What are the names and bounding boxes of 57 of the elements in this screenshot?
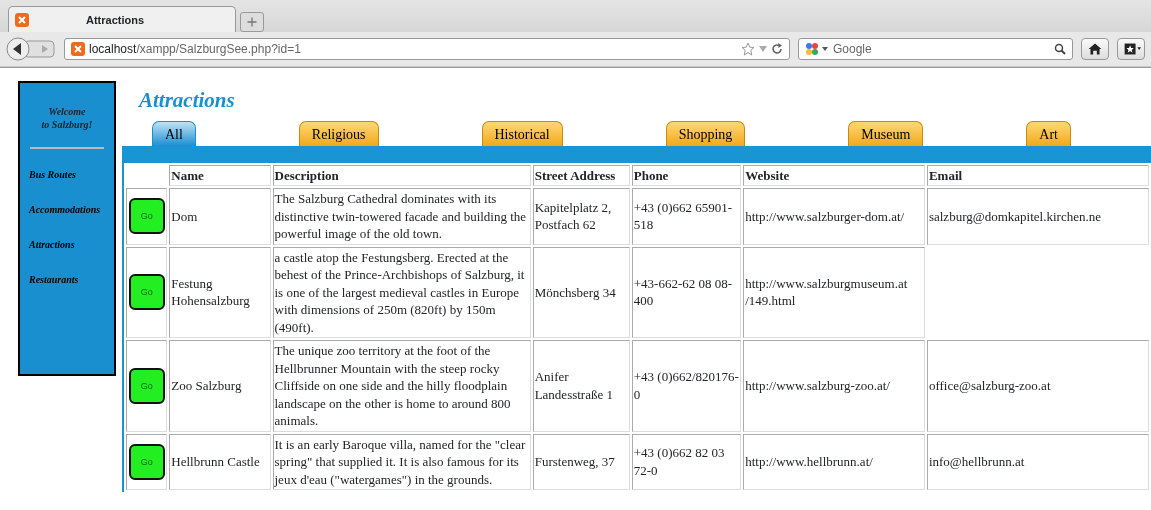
star-icon[interactable] [741, 42, 755, 56]
table-cell: Mönchsberg 34 [532, 246, 630, 338]
table-cell: salzburg@domkapitel.kirchen.ne [926, 188, 1149, 245]
sidebar-link[interactable]: Accommodations [20, 196, 114, 231]
table-cell: +43 (0)662 65901-518 [631, 188, 742, 245]
column-header: Name [169, 164, 271, 186]
bookmarks-icon[interactable] [1117, 38, 1145, 60]
category-tab[interactable]: All [152, 120, 196, 146]
column-header: Email [926, 164, 1149, 186]
table-cell: Furstenweg, 37 [532, 433, 630, 490]
table-cell: http://www.salzburgmuseum.at /149.html [743, 246, 925, 338]
column-header: Description [272, 164, 531, 186]
table-cell: a castle atop the Festungsberg. Erected at the behest of the Prince-Archbishops of Salzburg, it is one of the largest medieval castles in Europe with dimensions of 250m (820ft) by 150m (490ft). [272, 246, 531, 338]
table-cell: Festung Hohensalzburg [169, 246, 271, 338]
go-button[interactable]: Go [128, 367, 165, 404]
search-icon[interactable] [1054, 43, 1066, 55]
table-cell: The Salzburg Cathedral dominates with its distinctive twin-towered facade and building the powerful image of the old town. [272, 188, 531, 245]
table-cell: Zoo Salzburg [169, 340, 271, 432]
category-tab[interactable]: Religious [298, 120, 379, 146]
site-icon [71, 42, 85, 56]
back-forward-icon[interactable] [6, 37, 56, 61]
sidebar-link[interactable]: Attractions [20, 231, 114, 266]
sidebar-link[interactable]: Restaurants [20, 266, 114, 301]
search-field[interactable]: Google [798, 38, 1073, 60]
category-tab[interactable]: Art [1026, 120, 1071, 146]
go-button[interactable]: Go [128, 274, 165, 311]
table-cell: http://www.salzburger-dom.at/ [743, 188, 925, 245]
table-cell: It is an early Baroque villa, named for the "clear spring" that supplied it. It is also famous for its jeux d'eau ("watergames") in the grounds. [272, 433, 531, 490]
column-header: Website [743, 164, 925, 186]
column-header: Phone [631, 164, 742, 186]
app-icon [15, 12, 29, 27]
browser-tab[interactable]: Attractions [8, 6, 236, 32]
table-cell: http://www.salzburg-zoo.at/ [743, 340, 925, 432]
table-cell: +43-662-62 08 08-400 [631, 246, 742, 338]
table-cell: Hellbrunn Castle [169, 433, 271, 490]
column-header: Street Address [532, 164, 630, 186]
go-button[interactable]: Go [128, 198, 165, 235]
go-button[interactable]: Go [128, 443, 165, 480]
table-cell: The unique zoo territory at the foot of the Hellbrunner Mountain with the steep rocky Cliffside on one side and the hilly floodplain landscape on the other is home to around 800 animals. [272, 340, 531, 432]
table-cell: +43 (0)662/820176-0 [631, 340, 742, 432]
table-cell: office@salzburg-zoo.at [926, 340, 1149, 432]
reload-icon[interactable] [771, 43, 783, 55]
table-cell: +43 (0)662 82 03 72-0 [631, 433, 742, 490]
table-cell: Dom [169, 188, 271, 245]
address-field[interactable]: localhost/xampp/SalzburgSee.php?id=1 [64, 38, 790, 60]
page-title: Attractions [139, 87, 236, 114]
table-cell: Anifer Landesstraße 1 [532, 340, 630, 432]
welcome-text: Welcome to Salzburg! [40, 105, 94, 131]
table-cell: info@hellbrunn.at [926, 433, 1149, 490]
category-tab[interactable]: Shopping [665, 120, 746, 146]
search-engine-icon[interactable] [805, 42, 829, 56]
category-tab[interactable]: Historical [481, 120, 563, 146]
category-tab[interactable]: Museum [848, 120, 924, 146]
table-cell: Kapitelplatz 2, Postfach 62 [532, 188, 630, 245]
home-icon[interactable] [1081, 38, 1109, 60]
table-cell: http://www.hellbrunn.at/ [743, 433, 925, 490]
sidebar-link[interactable]: Bus Routes [20, 161, 114, 196]
